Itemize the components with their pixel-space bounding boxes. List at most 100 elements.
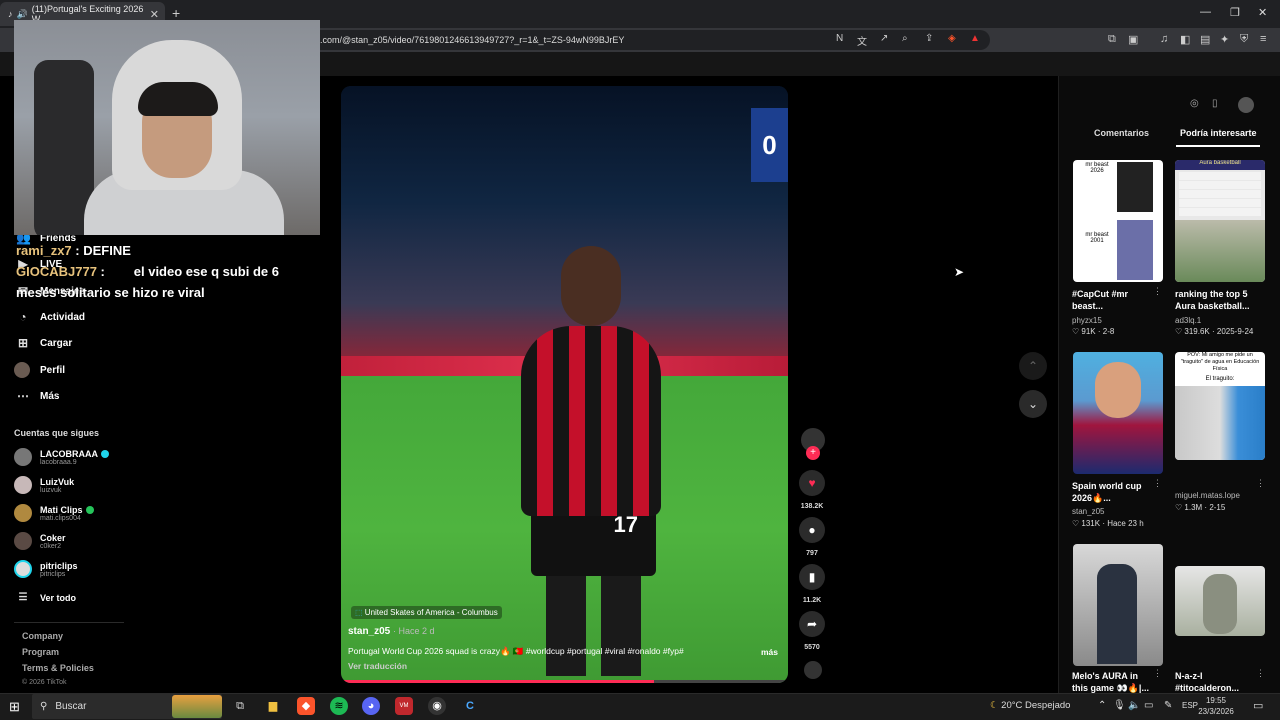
translate-button[interactable]: Ver traducción xyxy=(348,661,407,671)
card-menu-icon[interactable]: ⋮ xyxy=(1153,286,1162,297)
network-icon[interactable]: ▭ xyxy=(1144,700,1153,711)
video-thumbnail[interactable]: POV: Mi amigo me pide un "traguito" de a… xyxy=(1175,352,1265,460)
save-button[interactable]: ▮ xyxy=(799,564,825,590)
voicemeeter-icon[interactable]: VM xyxy=(395,697,413,715)
brave-shield-icon[interactable]: ◈ xyxy=(948,33,956,44)
more-icon: ⋯ xyxy=(17,389,29,403)
following-account[interactable]: LACOBRAAA lacobraaa.9 xyxy=(14,448,109,466)
plus-square-icon: ⊞ xyxy=(17,336,29,350)
close-window-icon[interactable]: ✕ xyxy=(1258,6,1267,19)
audio-playing-icon[interactable]: 🔊 xyxy=(17,9,28,20)
task-view-icon[interactable]: ⧉ xyxy=(231,697,249,715)
windows-start-icon[interactable]: ⊞ xyxy=(9,699,20,715)
extensions-icon[interactable]: ⧉ xyxy=(1108,33,1116,46)
sidebar-item-upload[interactable]: ⊞ Cargar xyxy=(16,336,72,350)
streamer-hair xyxy=(138,82,218,116)
heart-outline-icon: ♡ xyxy=(1175,503,1183,512)
phone-icon[interactable]: ▯ xyxy=(1212,98,1218,109)
tab-recommended[interactable]: Podría interesarte xyxy=(1180,128,1257,138)
discord-icon[interactable]: ◕ xyxy=(362,697,380,715)
notifications-icon[interactable]: ▭ xyxy=(1253,699,1263,712)
card-title[interactable]: ranking the top 5 Aura basketball... xyxy=(1175,288,1265,312)
zoom-icon[interactable]: ⌕ xyxy=(902,33,908,44)
taskbar-clock[interactable]: 19:55 23/3/2026 xyxy=(1196,695,1236,717)
location-tag[interactable]: ⬚ United Skates of America - Columbus xyxy=(351,606,502,619)
vpn-icon[interactable]: ⛨ xyxy=(1240,33,1248,46)
footer-link[interactable]: Program xyxy=(22,647,59,657)
pen-icon[interactable]: ✎ xyxy=(1164,700,1172,711)
tray-overflow-icon[interactable]: ⌃ xyxy=(1098,700,1106,711)
mouse-cursor-icon: ➤ xyxy=(954,265,965,279)
video-player[interactable]: 0 17 ⬚ United Skates of America - Columb… xyxy=(341,86,788,683)
menu-icon[interactable]: ≡ xyxy=(1260,33,1266,45)
next-video-button[interactable]: ⌄ xyxy=(1019,390,1047,418)
wallet2-icon[interactable]: ▤ xyxy=(1200,33,1210,46)
tab-comments[interactable]: Comentarios xyxy=(1094,128,1149,138)
card-user[interactable]: stan_z05 xyxy=(1072,507,1104,516)
video-thumbnail[interactable] xyxy=(1073,352,1163,474)
card-title[interactable]: #CapCut #mr beast... xyxy=(1072,288,1156,312)
video-thumbnail[interactable] xyxy=(1073,544,1163,666)
avatar xyxy=(14,448,32,466)
minimize-icon[interactable]: — xyxy=(1200,6,1211,18)
video-thumbnail[interactable] xyxy=(1175,566,1265,636)
following-account[interactable]: Coker c0ker2 xyxy=(14,532,66,550)
follow-plus-icon[interactable]: + xyxy=(806,446,820,460)
following-account[interactable]: pitriclips pitriclips xyxy=(14,560,78,578)
spotify-icon[interactable]: ≋ xyxy=(330,697,348,715)
card-menu-icon[interactable]: ⋮ xyxy=(1256,478,1265,489)
capcut-icon[interactable]: C xyxy=(461,697,479,715)
comment-count: 797 xyxy=(806,550,818,557)
weather-widget[interactable]: ☾ 20°C Despejado xyxy=(990,700,1070,711)
file-explorer-icon[interactable]: ▆ xyxy=(264,697,282,715)
microphone-icon[interactable]: 🎙 xyxy=(1113,700,1126,711)
footer-link[interactable]: Terms & Policies xyxy=(22,663,94,673)
restore-icon[interactable]: ❐ xyxy=(1230,6,1240,19)
sidebar-item-activity[interactable]: ◔ Actividad xyxy=(16,310,85,324)
card-user[interactable]: phyzx15 xyxy=(1072,316,1102,325)
wallet-icon[interactable]: ▣ xyxy=(1128,33,1138,46)
compass-icon[interactable]: ◎ xyxy=(1190,98,1199,109)
card-title[interactable]: N-a-z-I #titocalderon... xyxy=(1175,670,1259,694)
comment-button[interactable]: ● xyxy=(799,517,825,543)
music-icon[interactable]: ♫ xyxy=(1160,33,1168,45)
footer-link[interactable]: Company xyxy=(22,631,63,641)
reader-icon[interactable]: N xyxy=(836,33,843,44)
share-button[interactable]: ➦ xyxy=(799,611,825,637)
music-disc-icon[interactable] xyxy=(804,661,822,679)
brave-browser-icon[interactable]: ◆ xyxy=(297,697,315,715)
following-account[interactable]: Mati Clips mati.clips004 xyxy=(14,504,94,522)
card-user[interactable]: ad3lq.1 xyxy=(1175,316,1201,325)
card-menu-icon[interactable]: ⋮ xyxy=(1256,668,1265,679)
card-user[interactable]: miguel.matas.lope xyxy=(1175,491,1240,500)
avatar xyxy=(14,532,32,550)
sidebar-toggle-icon[interactable]: ◧ xyxy=(1180,33,1190,46)
close-tab-icon[interactable]: ✕ xyxy=(150,8,159,21)
user-avatar[interactable] xyxy=(1238,97,1254,113)
new-tab-button[interactable]: + xyxy=(172,5,180,21)
activity-icon: ◔ xyxy=(19,310,27,324)
video-thumbnail[interactable]: mr beast 2026 mr beast 2001 xyxy=(1073,160,1163,282)
previous-video-button[interactable]: ⌃ xyxy=(1019,352,1047,380)
card-menu-icon[interactable]: ⋮ xyxy=(1153,668,1162,679)
volume-icon[interactable]: 🔈 xyxy=(1128,700,1140,711)
open-external-icon[interactable]: ↗ xyxy=(880,33,888,44)
card-stats: ♡ 91K · 2-8 xyxy=(1072,327,1115,336)
translate-icon[interactable]: 文 xyxy=(857,33,867,48)
card-title[interactable]: Melo's AURA in this game 👀🔥|... xyxy=(1072,670,1156,694)
see-all-link[interactable]: ☰ Ver todo xyxy=(16,592,77,603)
like-button[interactable]: ♥ xyxy=(799,470,825,496)
leo-ai-icon[interactable]: ✦ xyxy=(1220,33,1229,46)
share-icon[interactable]: ⇪ xyxy=(925,33,933,44)
video-author[interactable]: stan_z05 · Hace 2 d xyxy=(348,626,435,637)
sidebar-item-profile[interactable]: Perfil xyxy=(14,362,65,378)
obs-icon[interactable]: ◉ xyxy=(428,697,446,715)
caption-more-button[interactable]: más xyxy=(761,647,778,657)
card-menu-icon[interactable]: ⋮ xyxy=(1153,478,1162,489)
card-likes: 1.3M xyxy=(1184,503,1203,512)
following-account[interactable]: LuizVuk luizvuk xyxy=(14,476,74,494)
video-thumbnail[interactable]: Aura basketball xyxy=(1175,160,1265,282)
card-title[interactable]: Spain world cup 2026🔥... xyxy=(1072,480,1156,504)
sidebar-item-more[interactable]: ⋯ Más xyxy=(16,389,59,403)
brave-rewards-icon[interactable]: ▲ xyxy=(970,33,980,44)
